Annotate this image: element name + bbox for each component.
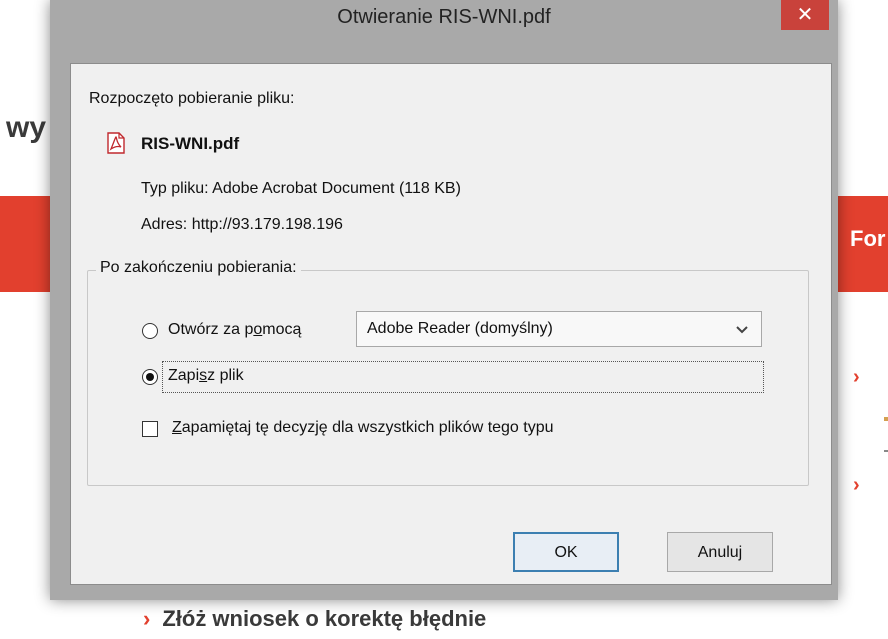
- save-file-radio[interactable]: [142, 369, 158, 385]
- close-button[interactable]: ✕: [781, 0, 829, 30]
- download-started-label: Rozpoczęto pobieranie pliku:: [89, 90, 295, 107]
- dialog-title: Otwieranie RIS-WNI.pdf: [337, 6, 551, 28]
- remember-decision-label[interactable]: Zapamiętaj tę decyzję dla wszystkich pli…: [172, 419, 554, 437]
- open-with-label[interactable]: Otwórz za pomocą: [168, 321, 301, 339]
- list-bullet-icon: ›: [853, 474, 860, 496]
- ok-button[interactable]: OK: [513, 532, 619, 572]
- after-download-legend: Po zakończeniu pobierania:: [96, 259, 301, 277]
- banner-text: For: [850, 226, 886, 251]
- remember-decision-checkbox[interactable]: [142, 421, 158, 437]
- after-download-group: Po zakończeniu pobierania: Otwórz za pom…: [87, 259, 809, 486]
- pdf-file-icon: [107, 132, 125, 154]
- list-bullet-icon: ›: [853, 366, 860, 388]
- download-dialog: Otwieranie RIS-WNI.pdf ✕ Rozpoczęto pobi…: [50, 0, 838, 600]
- cancel-button[interactable]: Anuluj: [667, 532, 773, 572]
- link-label: Złóż wniosek o korektę błędnie: [162, 606, 487, 631]
- file-type-label: Typ pliku:: [141, 180, 209, 197]
- decoration: [884, 450, 888, 452]
- dialog-titlebar[interactable]: Otwieranie RIS-WNI.pdf ✕: [50, 0, 838, 30]
- chevron-right-icon: ›: [143, 606, 151, 631]
- open-with-radio[interactable]: [142, 323, 158, 339]
- dialog-body: Rozpoczęto pobieranie pliku: RIS-WNI.pdf…: [70, 63, 832, 585]
- file-type-row: Typ pliku: Adobe Acrobat Document (118 K…: [141, 180, 461, 198]
- save-file-label[interactable]: Zapisz plik: [168, 367, 244, 385]
- correction-request-link[interactable]: › Złóż wniosek o korektę błędnie: [143, 606, 486, 632]
- page-heading: wy: [6, 111, 47, 144]
- file-name: RIS-WNI.pdf: [141, 134, 240, 153]
- close-icon: ✕: [796, 4, 814, 26]
- file-address-label: Adres:: [141, 216, 188, 233]
- file-address-row: Adres: http://93.179.198.196: [141, 216, 343, 234]
- chevron-down-icon: [736, 326, 748, 334]
- focus-rectangle: [162, 361, 764, 393]
- file-type-value: Adobe Acrobat Document (118 KB): [212, 180, 461, 197]
- selected-app: Adobe Reader (domyślny): [367, 320, 553, 337]
- decoration: [884, 417, 888, 421]
- open-with-app-select[interactable]: Adobe Reader (domyślny): [356, 311, 762, 347]
- file-address-value: http://93.179.198.196: [191, 216, 343, 233]
